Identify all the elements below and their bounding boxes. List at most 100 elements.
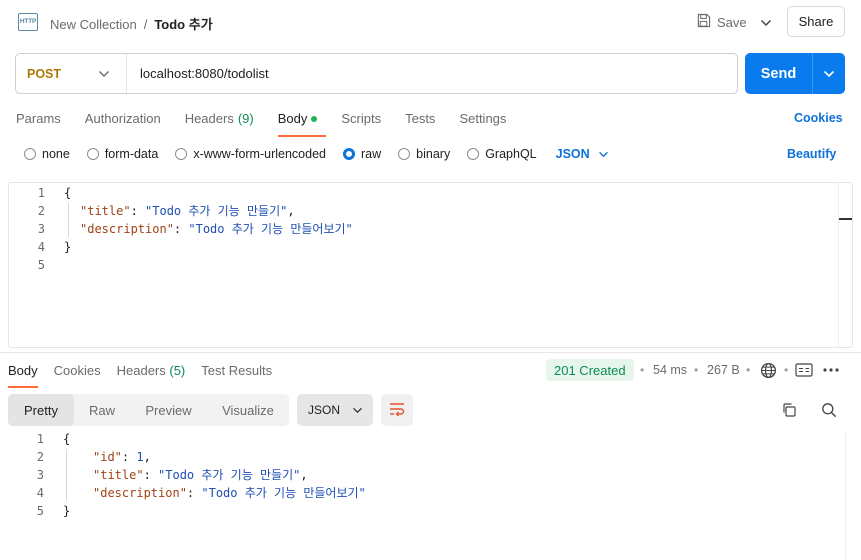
radio-binary[interactable]: binary [398, 147, 450, 161]
save-button[interactable]: Save [690, 8, 753, 36]
chevron-down-icon [598, 147, 609, 161]
view-mode-preview[interactable]: Preview [130, 394, 207, 426]
code-key: "description" [80, 222, 174, 236]
save-response-example-icon[interactable] [792, 358, 816, 382]
beautify-button[interactable]: Beautify [787, 147, 836, 161]
more-options-icon[interactable] [819, 358, 843, 382]
wrap-lines-icon [389, 402, 405, 419]
url-input[interactable]: localhost:8080/todolist [127, 66, 269, 81]
view-mode-raw[interactable]: Raw [74, 394, 130, 426]
tab-settings[interactable]: Settings [459, 111, 506, 137]
body-language-select[interactable]: JSON [556, 147, 609, 161]
pane-divider[interactable] [0, 352, 861, 353]
cookies-link[interactable]: Cookies [794, 111, 843, 125]
radio-circle [175, 148, 188, 160]
line-number: 2 [36, 450, 44, 464]
send-options-dropdown[interactable] [813, 66, 845, 81]
chevron-down-icon [352, 403, 363, 417]
response-scrollbar[interactable] [845, 432, 859, 560]
code-token: { [64, 186, 72, 200]
line-number: 3 [36, 468, 44, 482]
wrap-lines-button[interactable] [381, 394, 413, 426]
copy-icon[interactable] [777, 398, 801, 422]
response-format-select[interactable]: JSON [297, 394, 373, 426]
tab-label: Params [16, 111, 61, 126]
line-number: 3 [37, 222, 45, 236]
line-number: 4 [36, 486, 44, 500]
body-modified-dot [311, 116, 318, 122]
radio-label: form-data [104, 147, 159, 161]
code-line: "description": "Todo 추가 기능 만들어보기" [93, 486, 366, 500]
breadcrumb: New Collection / Todo 추가 [50, 14, 213, 33]
line-number: 5 [36, 504, 44, 518]
radio-circle [86, 148, 99, 160]
status-badge[interactable]: 201 Created [546, 359, 634, 381]
search-icon[interactable] [817, 398, 841, 422]
body-type-options: none form-data x-www-form-urlencoded raw… [24, 147, 609, 161]
tab-authorization[interactable]: Authorization [85, 111, 161, 137]
http-request-icon: HTTP [18, 13, 38, 31]
line-number: 2 [37, 204, 45, 218]
tab-label: Cookies [53, 363, 101, 378]
response-view-modes: Pretty Raw Preview Visualize [8, 394, 289, 426]
radio-raw[interactable]: raw [343, 147, 381, 161]
chevron-down-icon [98, 67, 110, 81]
tab-label: Authorization [84, 111, 161, 126]
send-button[interactable]: Send [745, 53, 845, 94]
tab-label: Headers [116, 363, 166, 378]
editor-scrollbar[interactable] [838, 183, 852, 347]
response-tab-test-results[interactable]: Test Results [201, 363, 272, 387]
request-header: HTTP New Collection / Todo 추가 Save Share [0, 0, 861, 44]
view-mode-pretty[interactable]: Pretty [8, 394, 74, 426]
tab-label: Headers [184, 111, 234, 126]
code-line: { [63, 430, 70, 448]
separator-dot: • [694, 363, 699, 377]
radio-label: none [42, 147, 70, 161]
code-line: "title": "Todo 추가 기능 만들기", [93, 468, 308, 482]
code-string: "Todo 추가 기능 만들기" [158, 468, 301, 482]
radio-graphql[interactable]: GraphQL [467, 147, 537, 161]
code-string: "Todo 추가 기능 만들어보기" [201, 486, 366, 500]
response-tab-headers[interactable]: Headers (5) [117, 363, 186, 387]
response-size[interactable]: 267 B [707, 363, 740, 377]
code-key: "title" [93, 468, 144, 482]
tab-params[interactable]: Params [16, 111, 61, 137]
view-mode-visualize[interactable]: Visualize [207, 394, 289, 426]
save-options-dropdown[interactable] [754, 8, 778, 36]
code-line: "title": "Todo 추가 기능 만들기", [80, 204, 295, 218]
code-line: } [63, 502, 70, 520]
radio-urlencoded[interactable]: x-www-form-urlencoded [175, 147, 326, 161]
tab-scripts[interactable]: Scripts [341, 111, 381, 137]
method-label: POST [27, 66, 62, 81]
response-body-viewer[interactable]: 1 2 3 4 5 { "id": 1, "title": "Todo 추가 기… [0, 430, 845, 560]
request-body-editor[interactable]: 1 2 3 4 5 { "title": "Todo 추가 기능 만들기", "… [8, 182, 853, 348]
chevron-down-icon [760, 15, 772, 30]
headers-count: (9) [237, 111, 254, 126]
method-select[interactable]: POST [16, 54, 127, 93]
code-number: 1 [136, 450, 144, 464]
radio-form-data[interactable]: form-data [86, 147, 159, 161]
radio-none[interactable]: none [24, 147, 70, 161]
tab-tests[interactable]: Tests [405, 111, 435, 137]
breadcrumb-collection[interactable]: New Collection [50, 17, 137, 32]
network-globe-icon[interactable] [756, 358, 780, 382]
code-token: } [63, 504, 71, 518]
response-time[interactable]: 54 ms [653, 363, 687, 377]
separator-dot: • [640, 363, 645, 377]
share-button[interactable]: Share [787, 6, 845, 37]
response-tab-body[interactable]: Body [8, 363, 38, 388]
breadcrumb-request-name[interactable]: Todo 추가 [154, 17, 212, 32]
send-label: Send [760, 65, 797, 82]
save-label: Save [717, 14, 747, 30]
request-tabs: Params Authorization Headers (9) Body Scr… [16, 111, 530, 137]
tab-body[interactable]: Body [277, 111, 326, 137]
radio-circle [398, 148, 411, 160]
response-tab-cookies[interactable]: Cookies [54, 363, 101, 387]
code-key: "description" [93, 486, 187, 500]
tab-headers[interactable]: Headers (9) [185, 111, 254, 137]
breadcrumb-separator: / [143, 17, 148, 32]
radio-circle-selected [343, 148, 355, 160]
line-number: 1 [36, 432, 44, 446]
line-number: 4 [37, 240, 45, 254]
tab-label: Tests [405, 111, 436, 126]
